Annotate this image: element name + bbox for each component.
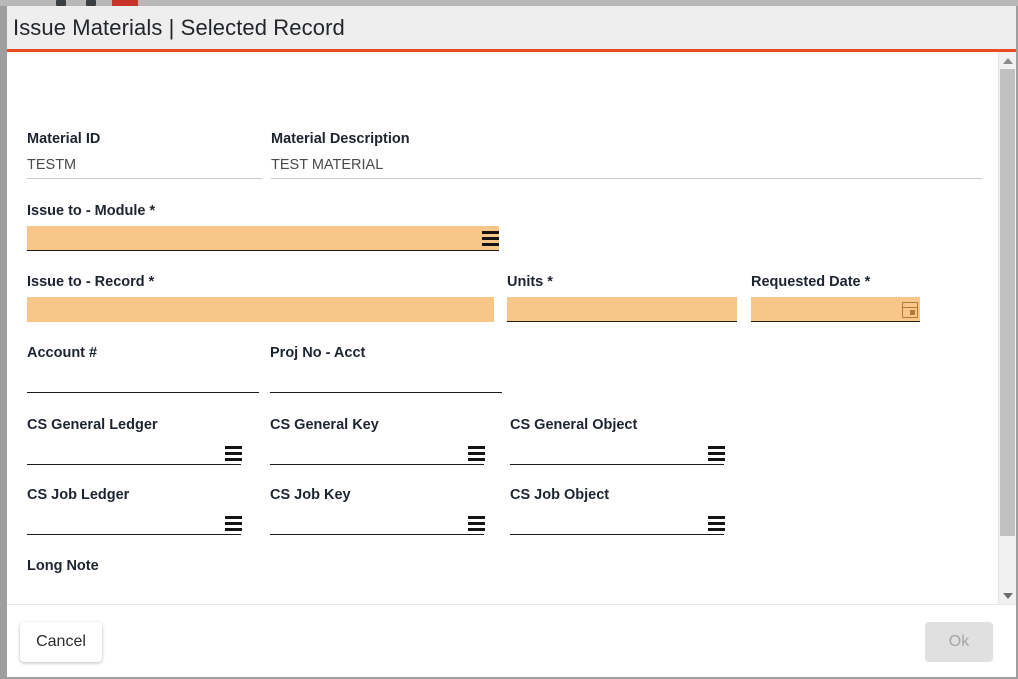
label-issue-to-record: Issue to - Record * [27,274,155,290]
cs-job-key-input[interactable] [270,510,484,534]
input-cs-general-ledger-wrapper [27,440,242,465]
input-cs-job-ledger-wrapper [27,510,242,535]
issue-to-record-input[interactable] [27,297,494,322]
field-account-number: Account # [27,344,259,393]
input-cs-general-object-wrapper [510,440,725,465]
input-material-id: TESTM [27,154,262,179]
scrollbar-track[interactable] [999,69,1017,587]
calendar-icon[interactable] [902,302,918,318]
label-units: Units * [507,274,553,290]
dialog-header: Issue Materials | Selected Record [7,6,1016,52]
lookup-icon[interactable] [225,515,242,532]
input-cs-general-key-wrapper [270,440,485,465]
input-requested-date-wrapper [751,297,920,322]
field-requested-date: Requested Date * [751,273,920,322]
dialog-footer: Cancel Ok [7,604,1016,677]
label-material-id: Material ID [27,131,101,147]
label-account-number: Account # [27,345,98,361]
long-note-input[interactable] [27,581,985,604]
label-requested-date: Requested Date * [751,274,871,290]
value-material-description: TEST MATERIAL [271,157,384,173]
field-cs-general-object: CS General Object [510,416,725,465]
cs-general-key-input[interactable] [270,440,484,464]
lookup-icon[interactable] [468,445,485,462]
cs-job-object-input[interactable] [510,510,724,534]
label-material-description: Material Description [271,131,410,147]
field-cs-job-key: CS Job Key [270,486,485,535]
cs-job-ledger-input[interactable] [27,510,241,534]
input-cs-job-key-wrapper [270,510,485,535]
field-units: Units * [507,273,737,322]
lookup-icon[interactable] [225,445,242,462]
scroll-up-arrow[interactable] [998,52,1016,69]
field-cs-job-object: CS Job Object [510,486,725,535]
input-proj-no-acct-wrapper [270,368,502,393]
value-material-id: TESTM [27,157,77,173]
units-input[interactable] [507,297,737,321]
dialog-body-wrapper: Material ID TESTM Material Description T… [7,52,1016,604]
field-cs-general-key: CS General Key [270,416,485,465]
label-cs-general-object: CS General Object [510,417,638,433]
field-proj-no-acct: Proj No - Acct [270,344,502,393]
input-material-description: TEST MATERIAL [271,154,982,179]
issue-to-module-input[interactable] [27,226,499,250]
field-material-description: Material Description TEST MATERIAL [271,130,982,179]
label-proj-no-acct: Proj No - Acct [270,345,366,361]
lookup-icon[interactable] [708,445,725,462]
input-account-number-wrapper [27,368,259,393]
field-cs-general-ledger: CS General Ledger [27,416,242,465]
field-cs-job-ledger: CS Job Ledger [27,486,242,535]
cs-general-ledger-input[interactable] [27,440,241,464]
label-cs-job-object: CS Job Object [510,487,610,503]
lookup-icon[interactable] [482,230,499,247]
field-long-note: Long Note [27,557,985,604]
issue-materials-dialog: Issue Materials | Selected Record Materi… [0,6,1018,679]
input-units-wrapper [507,297,737,322]
scroll-down-arrow[interactable] [998,587,1016,604]
label-long-note: Long Note [27,558,99,574]
lookup-icon[interactable] [708,515,725,532]
page-title: Issue Materials | Selected Record [13,14,345,40]
account-number-input[interactable] [27,368,259,392]
input-issue-to-module-wrapper [27,226,499,251]
label-cs-job-ledger: CS Job Ledger [27,487,130,503]
field-issue-to-record: Issue to - Record * [27,273,494,322]
cs-general-object-input[interactable] [510,440,724,464]
proj-no-acct-input[interactable] [270,368,502,392]
label-cs-general-ledger: CS General Ledger [27,417,158,433]
scrollbar-thumb[interactable] [999,69,1015,536]
label-cs-job-key: CS Job Key [270,487,351,503]
vertical-scrollbar[interactable] [998,52,1016,604]
cancel-button[interactable]: Cancel [20,622,102,662]
field-issue-to-module: Issue to - Module * [27,202,499,251]
requested-date-input[interactable] [751,297,920,321]
input-cs-job-object-wrapper [510,510,725,535]
input-long-note-wrapper [27,581,985,604]
ok-button[interactable]: Ok [925,622,993,662]
lookup-icon[interactable] [468,515,485,532]
label-issue-to-module: Issue to - Module * [27,203,156,219]
input-issue-to-record-wrapper [27,297,494,322]
field-material-id: Material ID TESTM [27,130,262,179]
label-cs-general-key: CS General Key [270,417,379,433]
form-area: Material ID TESTM Material Description T… [7,52,998,604]
